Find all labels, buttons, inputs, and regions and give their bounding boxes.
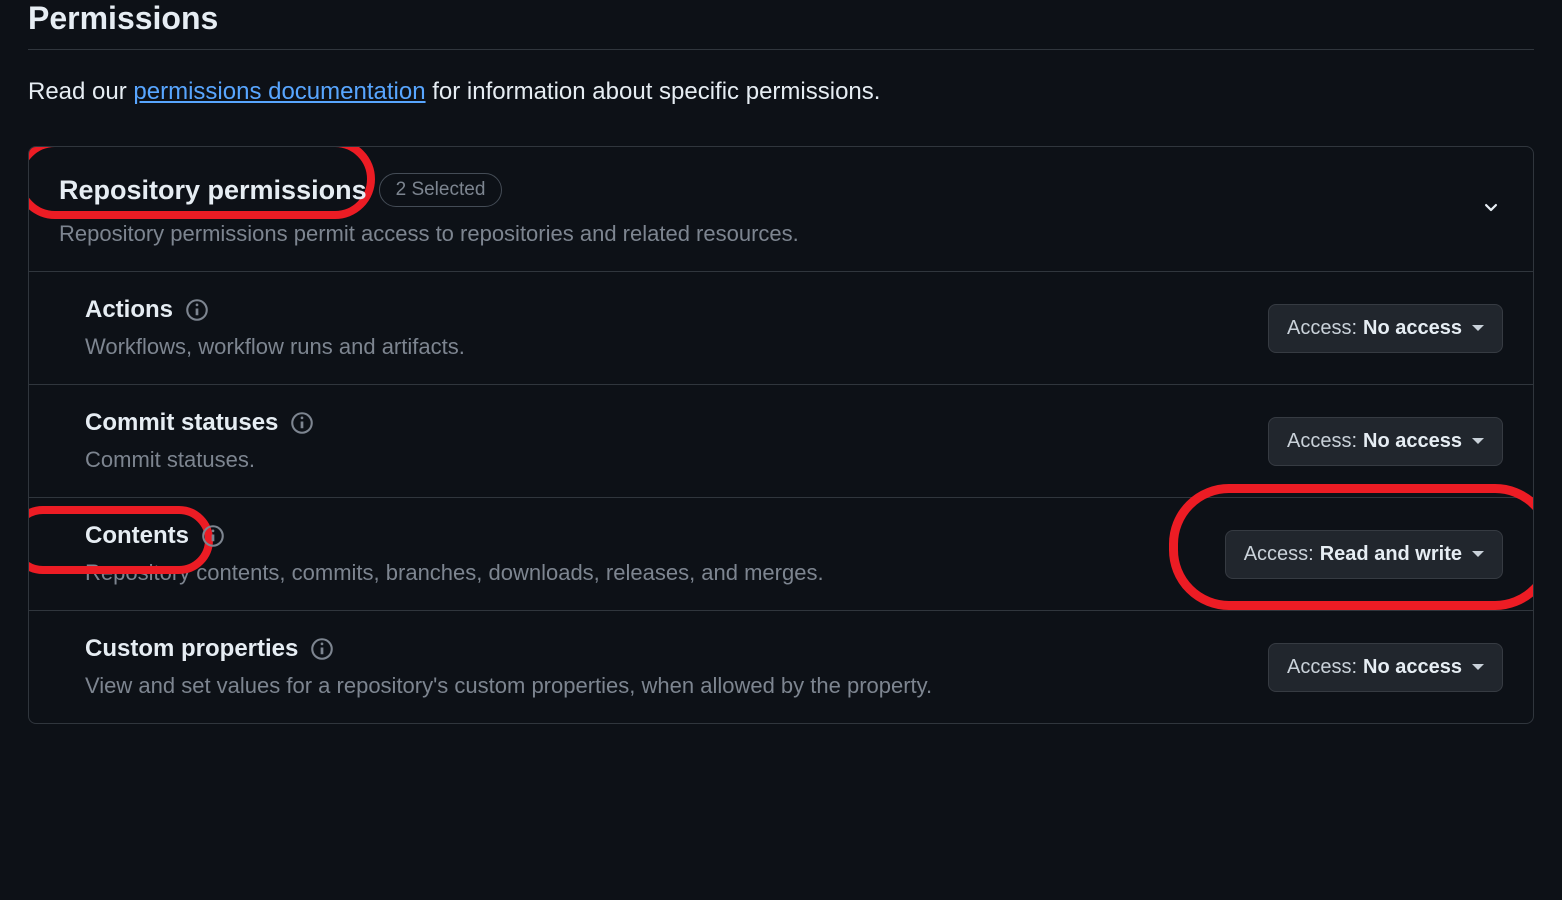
info-icon[interactable] <box>185 298 209 322</box>
perm-row-custom-properties: Custom properties View and set values fo… <box>29 611 1533 723</box>
caret-down-icon <box>1472 438 1484 444</box>
perm-name: Commit statuses <box>85 409 278 437</box>
access-dropdown-commit-statuses[interactable]: Access: No access <box>1268 417 1503 466</box>
perm-row-commit-statuses: Commit statuses Commit statuses. Access:… <box>29 385 1533 498</box>
info-icon[interactable] <box>290 411 314 435</box>
access-value: No access <box>1363 317 1462 340</box>
access-dropdown-actions[interactable]: Access: No access <box>1268 304 1503 353</box>
access-label: Access: <box>1244 543 1314 566</box>
perm-desc: Workflows, workflow runs and artifacts. <box>85 334 1268 360</box>
info-icon[interactable] <box>201 524 225 548</box>
section-title: Repository permissions <box>59 175 367 206</box>
perm-name: Actions <box>85 296 173 324</box>
access-label: Access: <box>1287 430 1357 453</box>
permissions-doc-link[interactable]: permissions documentation <box>133 78 425 105</box>
perm-desc: Repository contents, commits, branches, … <box>85 560 1225 586</box>
access-dropdown-contents[interactable]: Access: Read and write <box>1225 530 1503 579</box>
intro-text: Read our permissions documentation for i… <box>28 78 1534 106</box>
perm-name: Custom properties <box>85 635 298 663</box>
repository-permissions-panel: Repository permissions 2 Selected Reposi… <box>28 146 1534 724</box>
section-subtitle: Repository permissions permit access to … <box>59 221 1479 247</box>
selected-count-badge: 2 Selected <box>379 173 503 207</box>
caret-down-icon <box>1472 664 1484 670</box>
caret-down-icon <box>1472 551 1484 557</box>
page-title: Permissions <box>28 0 1534 50</box>
access-label: Access: <box>1287 656 1357 679</box>
caret-down-icon <box>1472 325 1484 331</box>
perm-desc: Commit statuses. <box>85 447 1268 473</box>
perm-row-actions: Actions Workflows, workflow runs and art… <box>29 272 1533 385</box>
repository-permissions-header[interactable]: Repository permissions 2 Selected Reposi… <box>29 147 1533 272</box>
access-label: Access: <box>1287 317 1357 340</box>
access-value: Read and write <box>1320 543 1462 566</box>
perm-row-contents: Contents Repository contents, commits, b… <box>29 498 1533 611</box>
intro-suffix: for information about specific permissio… <box>426 78 881 105</box>
access-value: No access <box>1363 430 1462 453</box>
intro-prefix: Read our <box>28 78 133 105</box>
access-value: No access <box>1363 656 1462 679</box>
chevron-down-icon <box>1479 195 1503 219</box>
info-icon[interactable] <box>310 637 334 661</box>
perm-desc: View and set values for a repository's c… <box>85 673 1268 699</box>
perm-name: Contents <box>85 522 189 550</box>
access-dropdown-custom-properties[interactable]: Access: No access <box>1268 643 1503 692</box>
